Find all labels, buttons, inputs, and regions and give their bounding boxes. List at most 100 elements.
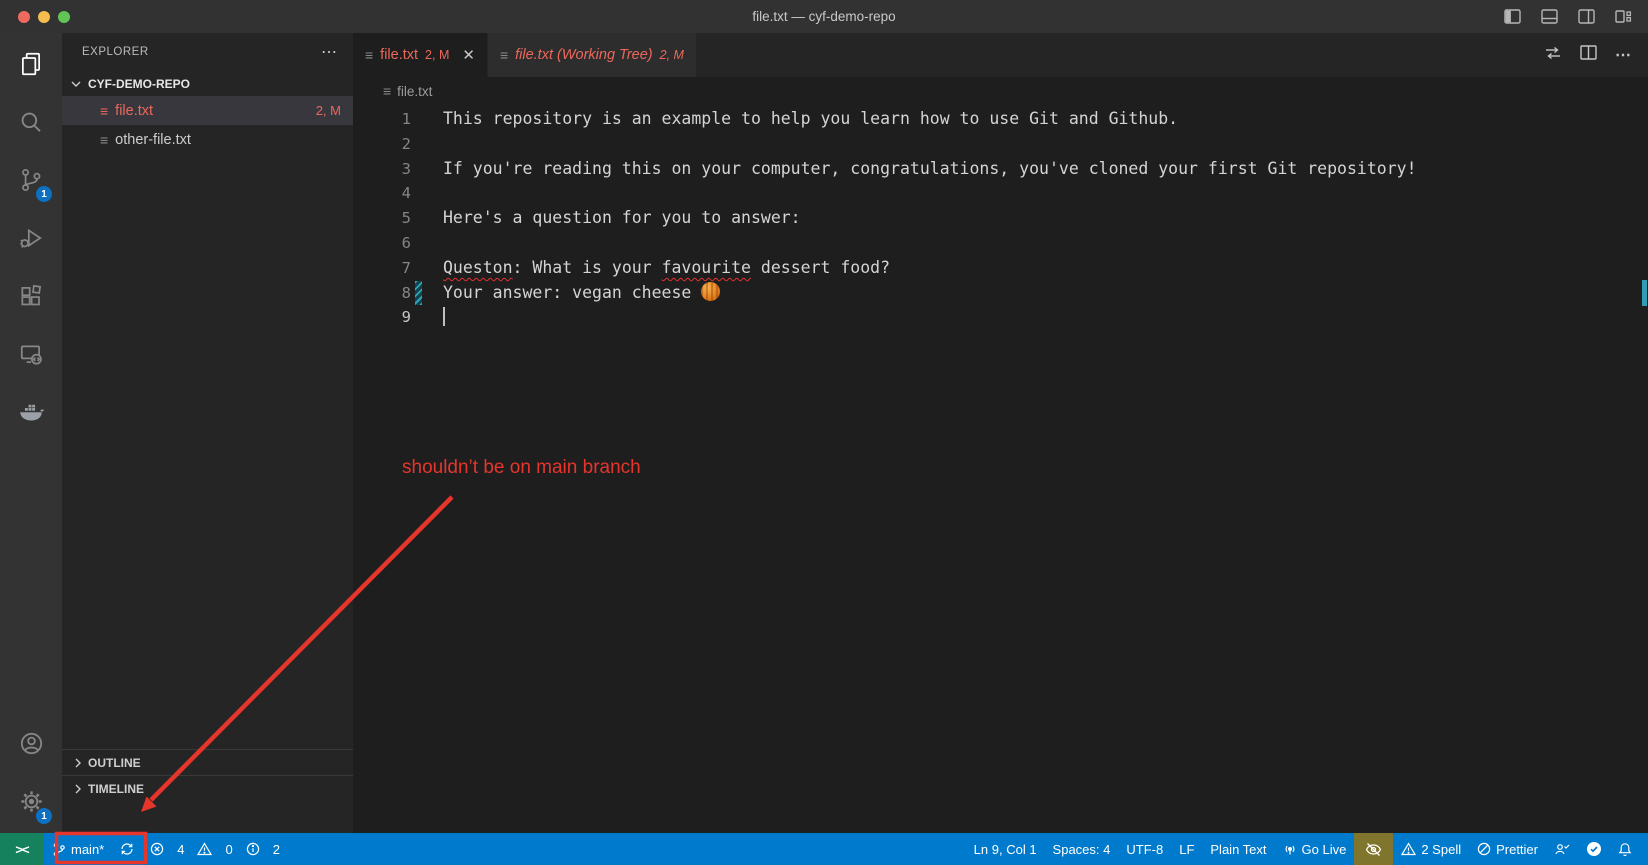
code-line[interactable]: 3If you're reading this on your computer… <box>353 157 1648 182</box>
activity-explorer-button[interactable] <box>0 37 62 95</box>
code-line[interactable]: 2 <box>353 132 1648 157</box>
notifications-button[interactable] <box>1610 833 1640 865</box>
activity-extensions-button[interactable] <box>0 269 62 327</box>
line-number: 8 <box>353 281 411 306</box>
code-line[interactable]: 5 Here's a question for you to answer: <box>353 206 1648 231</box>
code-line[interactable]: 7 Queston: What is your favourite dessert… <box>353 256 1648 281</box>
file-row-other-file-txt[interactable]: ≡ other-file.txt <box>62 125 353 154</box>
warning-icon <box>197 842 212 856</box>
status-ok-button[interactable] <box>1578 833 1610 865</box>
text-file-icon: ≡ <box>500 48 508 62</box>
gutter <box>415 305 422 330</box>
window-title: file.txt — cyf-demo-repo <box>0 9 1648 24</box>
explorer-title: EXPLORER <box>82 46 149 58</box>
feedback-button[interactable] <box>1546 833 1578 865</box>
code-lines: 1This repository is an example to help y… <box>353 105 1648 330</box>
go-live-button[interactable]: Go Live <box>1275 833 1355 865</box>
activity-docker-button[interactable] <box>0 385 62 443</box>
toggle-primary-sidebar-icon[interactable] <box>1504 9 1521 24</box>
cursor-position-button[interactable]: Ln 9, Col 1 <box>966 833 1045 865</box>
extensions-icon <box>18 283 44 314</box>
chevron-right-icon <box>70 781 86 797</box>
text-file-icon: ≡ <box>383 84 391 98</box>
line-number: 9 <box>353 305 411 330</box>
activity-bar: 1 <box>0 33 62 833</box>
outline-label: OUTLINE <box>88 756 141 770</box>
broadcast-icon <box>1283 842 1297 856</box>
toggle-secondary-sidebar-icon[interactable] <box>1578 9 1595 24</box>
activity-source-control-button[interactable]: 1 <box>0 153 62 211</box>
activity-settings-button[interactable]: 1 <box>0 775 62 833</box>
activity-remote-explorer-button[interactable] <box>0 327 62 385</box>
language-mode-button[interactable]: Plain Text <box>1202 833 1274 865</box>
git-branch-button[interactable]: main* <box>44 833 112 865</box>
tab-label: file.txt (Working Tree) <box>515 47 653 63</box>
text-file-icon: ≡ <box>100 133 108 147</box>
outline-section-header[interactable]: OUTLINE <box>62 749 353 775</box>
disabled-circle-icon <box>1477 842 1491 856</box>
activity-search-button[interactable] <box>0 95 62 153</box>
misspelled-word: Queston <box>443 258 513 277</box>
line-text: This repository is an example to help yo… <box>443 107 1178 132</box>
code-line[interactable]: 1This repository is an example to help y… <box>353 107 1648 132</box>
breadcrumb[interactable]: ≡ file.txt <box>353 77 1648 105</box>
tab-file-txt-working-tree[interactable]: ≡ file.txt (Working Tree) 2, M <box>488 33 696 77</box>
problems-button[interactable]: 4 0 2 <box>142 833 288 865</box>
remote-indicator-button[interactable]: >< <box>0 833 44 865</box>
line-text <box>443 305 445 330</box>
line-number: 5 <box>353 206 411 231</box>
gutter <box>415 181 422 206</box>
gutter <box>415 206 422 231</box>
branch-name: main* <box>71 842 104 857</box>
line-number: 7 <box>353 256 411 281</box>
open-changes-icon[interactable] <box>1544 45 1562 66</box>
timeline-section-header[interactable]: TIMELINE <box>62 775 353 801</box>
gutter <box>415 132 422 157</box>
code-line[interactable]: 4 <box>353 181 1648 206</box>
files-icon <box>18 51 44 82</box>
close-tab-icon[interactable]: ✕ <box>462 46 475 64</box>
activity-run-debug-button[interactable] <box>0 211 62 269</box>
split-editor-icon[interactable] <box>1580 45 1597 65</box>
info-icon <box>246 842 260 856</box>
spell-checker-button[interactable]: 2 Spell <box>1393 833 1469 865</box>
folder-root-row[interactable]: CYF-DEMO-REPO <box>62 71 353 96</box>
file-row-file-txt[interactable]: ≡ file.txt 2, M <box>62 96 353 125</box>
gutter <box>415 157 422 182</box>
line-number: 6 <box>353 231 411 256</box>
code-line[interactable]: 9 <box>353 305 1648 330</box>
file-name: file.txt <box>115 103 153 119</box>
sync-changes-button[interactable] <box>112 833 142 865</box>
editor-more-actions-icon[interactable]: ⋯ <box>1615 45 1632 65</box>
modified-line-gutter-indicator <box>415 281 422 306</box>
tab-problems-badge: 2, M <box>425 48 449 62</box>
sidebar-bottom-pad <box>62 801 353 833</box>
file-name: other-file.txt <box>115 132 191 148</box>
line-text: Here's a question for you to answer: <box>443 206 801 231</box>
text-cursor <box>443 307 445 326</box>
tab-file-txt[interactable]: ≡ file.txt 2, M ✕ <box>353 33 487 77</box>
toggle-panel-icon[interactable] <box>1541 9 1558 24</box>
encoding-button[interactable]: UTF-8 <box>1118 833 1171 865</box>
title-bar: file.txt — cyf-demo-repo <box>0 0 1648 33</box>
screen-reader-off-button[interactable] <box>1354 833 1393 865</box>
status-bar: >< main* 4 0 2 Ln 9, Col 1 Spaces: 4 UTF… <box>0 833 1648 865</box>
error-icon <box>150 842 164 856</box>
eol-button[interactable]: LF <box>1171 833 1202 865</box>
prettier-button[interactable]: Prettier <box>1469 833 1546 865</box>
gutter <box>415 107 422 132</box>
customize-layout-icon[interactable] <box>1615 9 1632 24</box>
activity-accounts-button[interactable] <box>0 717 62 775</box>
indentation-button[interactable]: Spaces: 4 <box>1045 833 1119 865</box>
remote-explorer-icon <box>18 341 44 372</box>
bell-icon <box>1618 842 1632 857</box>
code-line[interactable]: 8Your answer: vegan cheese <box>353 281 1648 306</box>
overview-ruler-modified-marker <box>1642 280 1647 306</box>
line-text: Queston: What is your favourite dessert … <box>443 256 890 281</box>
gutter <box>415 231 422 256</box>
code-line[interactable]: 6 <box>353 231 1648 256</box>
explorer-more-actions-icon[interactable]: ⋯ <box>321 42 339 62</box>
sidebar-empty-space <box>62 154 353 749</box>
source-control-badge: 1 <box>36 186 52 202</box>
timeline-label: TIMELINE <box>88 782 144 796</box>
